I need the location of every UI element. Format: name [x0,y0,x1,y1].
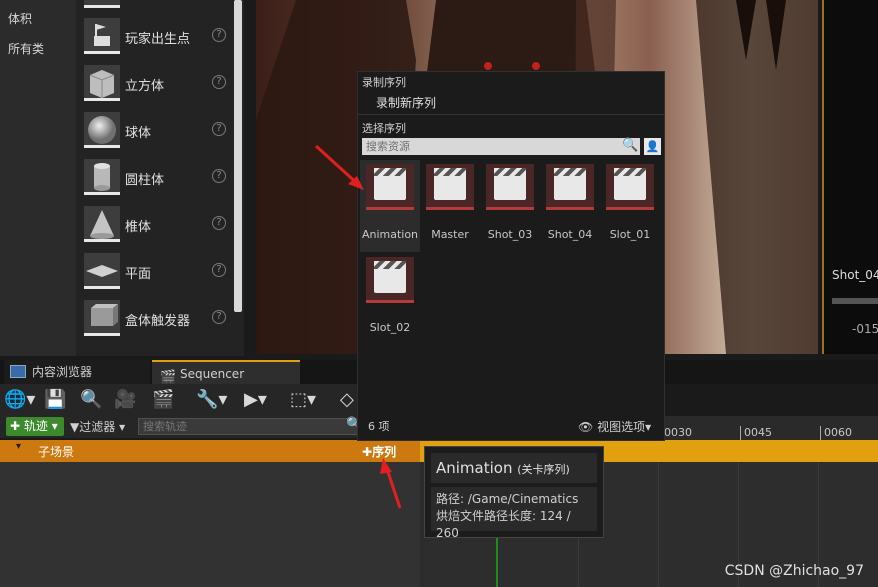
watermark: CSDN @Zhichao_97 [724,563,864,579]
annotation-arrows [314,144,402,509]
